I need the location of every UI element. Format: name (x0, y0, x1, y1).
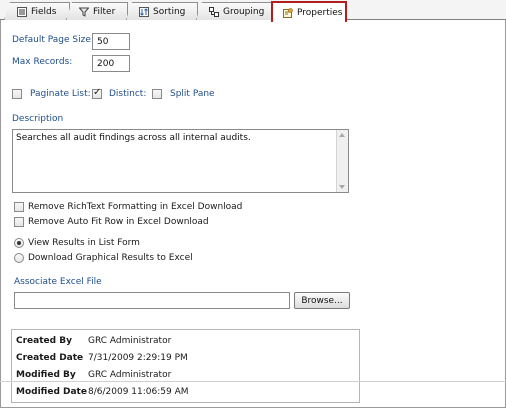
audit-info-panel: Created By GRC Administrator Created Dat… (11, 329, 360, 403)
created-by-label: Created By (16, 336, 72, 346)
tab-label: Filter (93, 6, 116, 17)
tab-properties[interactable]: Properties (271, 1, 347, 22)
paginate-list-checkbox[interactable] (12, 89, 22, 99)
distinct-checkbox[interactable] (92, 87, 102, 99)
split-pane-label: Split Pane (170, 89, 215, 99)
default-page-size-input[interactable] (92, 33, 130, 50)
description-label: Description (12, 114, 64, 124)
modified-date-value: 8/6/2009 11:06:59 AM (88, 387, 189, 397)
associate-excel-label: Associate Excel File (14, 277, 102, 287)
created-date-label: Created Date (16, 353, 84, 363)
grouping-icon (209, 6, 219, 17)
description-textarea[interactable]: Searches all audit findings across all i… (12, 129, 349, 193)
remove-autofit-label: Remove Auto Fit Row in Excel Download (28, 217, 209, 227)
download-graphical-label: Download Graphical Results to Excel (28, 253, 193, 263)
created-date-value: 7/31/2009 2:29:19 PM (88, 353, 188, 363)
view-results-label: View Results in List Form (28, 238, 140, 248)
scroll-down-arrow-icon[interactable] (339, 185, 345, 189)
tab-label: Properties (297, 7, 343, 18)
modified-by-label: Modified By (16, 370, 76, 380)
created-by-value: GRC Administrator (88, 336, 172, 346)
tab-label: Sorting (153, 6, 186, 17)
tab-filter[interactable]: Filter (66, 2, 128, 20)
fields-list-icon (17, 6, 27, 17)
modified-date-label: Modified Date (16, 387, 87, 397)
tab-label: Fields (31, 6, 57, 17)
filter-funnel-icon (78, 7, 90, 17)
download-graphical-radio[interactable] (14, 253, 24, 263)
tab-grouping[interactable]: Grouping (196, 2, 272, 20)
tab-fields[interactable]: Fields (4, 2, 70, 20)
max-records-input[interactable] (92, 55, 130, 72)
max-records-label: Max Records: (12, 57, 73, 67)
description-text: Searches all audit findings across all i… (16, 133, 251, 143)
paginate-list-label: Paginate List: (30, 89, 91, 99)
tab-strip: Fields Filter Sorting Grouping Propertie… (0, 0, 506, 22)
default-page-size-label: Default Page Size: (12, 35, 94, 45)
distinct-label: Distinct: (109, 89, 147, 99)
modified-by-value: GRC Administrator (88, 370, 172, 380)
remove-richtext-checkbox[interactable] (14, 202, 24, 212)
associate-excel-file-input[interactable] (14, 292, 290, 309)
remove-autofit-checkbox[interactable] (14, 217, 24, 227)
properties-icon (283, 7, 293, 18)
scroll-up-arrow-icon[interactable] (339, 133, 345, 137)
sorting-icon (139, 6, 149, 17)
footer-divider (0, 381, 506, 382)
description-scrollbar[interactable] (336, 130, 348, 192)
tab-label: Grouping (223, 6, 265, 17)
view-results-radio[interactable] (14, 238, 24, 248)
tab-sorting[interactable]: Sorting (126, 2, 198, 20)
browse-button[interactable]: Browse... (294, 292, 350, 309)
remove-richtext-label: Remove RichText Formatting in Excel Down… (28, 202, 243, 212)
split-pane-checkbox[interactable] (152, 89, 162, 99)
